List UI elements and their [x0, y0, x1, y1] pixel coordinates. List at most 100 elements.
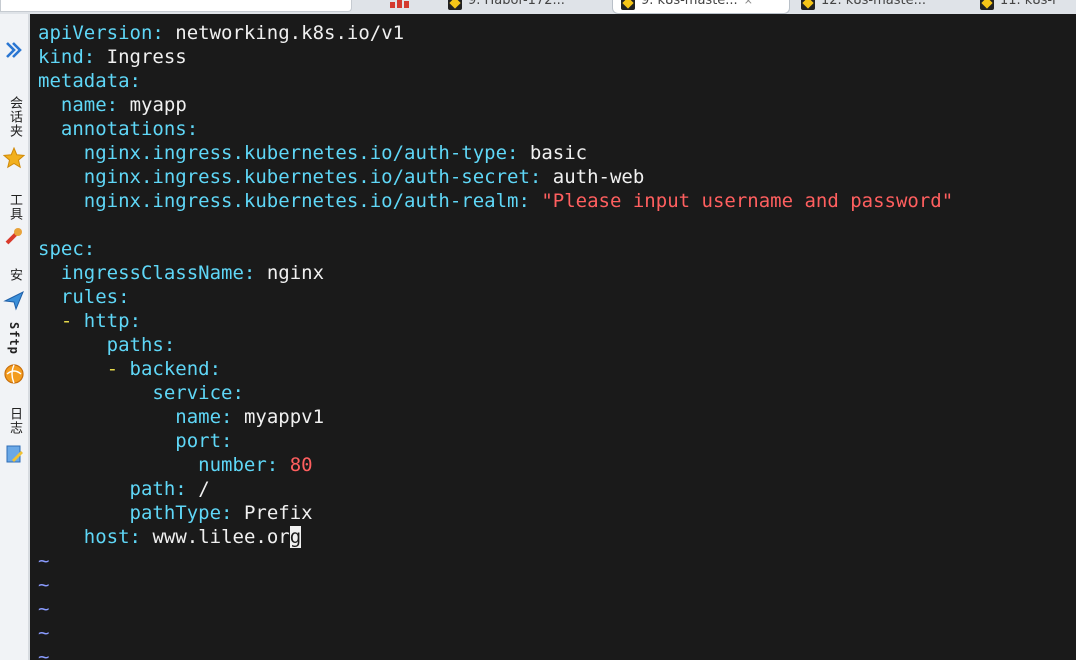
tab-session-1[interactable]: 9. Habor-172...: [440, 0, 610, 14]
expand-sidebar-button[interactable]: [0, 36, 28, 64]
yaml-key: backend: [129, 358, 210, 380]
sidebar-item-log[interactable]: 日志: [0, 402, 28, 440]
sidebar-item-sftp[interactable]: Sftp: [0, 314, 28, 362]
yaml-key: port: [175, 430, 222, 452]
yaml-key: name: [175, 406, 222, 428]
yaml-colon: :: [221, 502, 233, 524]
editor-line: spec:: [38, 237, 95, 261]
sidebar-item-label: 日志: [7, 407, 22, 435]
editor-line: apiVersion: networking.k8s.io/v1: [38, 21, 404, 45]
yaml-key: annotations: [60, 118, 187, 140]
yaml-value: auth-web: [552, 166, 645, 188]
yaml-key: spec: [38, 238, 84, 260]
sidebar-item-security[interactable]: 安: [0, 264, 28, 286]
sidebar-item-label: Sftp: [7, 321, 21, 355]
yaml-colon: :: [186, 118, 199, 140]
yaml-colon: :: [175, 478, 187, 500]
editor-line: kind: Ingress: [38, 45, 187, 69]
tab-label: 11. k8s-r: [1000, 0, 1058, 8]
tab-session-3[interactable]: 12. k8s-maste...: [793, 0, 968, 14]
yaml-value: myappv1: [243, 406, 325, 428]
yaml-colon: :: [152, 22, 164, 44]
yaml-key: nginx.ingress.kubernetes.io/auth-secret: [83, 166, 530, 188]
star-icon: [3, 147, 25, 169]
editor-line: pathType: Prefix: [38, 501, 313, 525]
editor-line: ingressClassName: nginx: [38, 261, 324, 285]
yaml-key: nginx.ingress.kubernetes.io/auth-type: [83, 142, 508, 164]
send-icon: [3, 290, 24, 311]
terminal-icon: [980, 0, 994, 10]
tab-session-4[interactable]: 11. k8s-r: [972, 0, 1076, 14]
empty-line-marker: ~: [38, 598, 50, 620]
globe-icon: [4, 364, 24, 384]
empty-line-marker: ~: [38, 646, 50, 660]
yaml-colon: :: [529, 166, 542, 188]
yaml-value: "Please input username and password": [541, 190, 954, 212]
tab-label: 12. k8s-maste...: [821, 0, 926, 8]
editor-line: metadata:: [38, 69, 141, 93]
yaml-value: /: [198, 478, 210, 500]
yaml-key: name: [60, 94, 107, 116]
editor-line: rules:: [38, 285, 130, 309]
yaml-key: pathType: [129, 502, 222, 524]
terminal-icon: [801, 0, 815, 10]
wrench-icon: [5, 228, 22, 245]
sidebar-item-sessions[interactable]: 会话夹: [0, 88, 28, 146]
yaml-key: rules: [60, 286, 119, 308]
chevron-double-right-icon: [6, 42, 22, 58]
yaml-colon: :: [221, 430, 233, 452]
yaml-value: networking.k8s.io/v1: [175, 22, 405, 44]
yaml-colon: :: [209, 358, 222, 380]
yaml-key: service: [152, 382, 233, 404]
yaml-colon: :: [83, 46, 96, 68]
close-icon[interactable]: ×: [744, 0, 753, 7]
editor-line: port:: [38, 429, 233, 453]
sidebar-item-label: 安: [7, 268, 22, 282]
editor-line: annotations:: [38, 117, 198, 141]
editor-line: path: /: [38, 477, 210, 501]
yaml-colon: :: [221, 406, 233, 428]
terminal-editor[interactable]: apiVersion: networking.k8s.io/v1 kind: In…: [32, 14, 1076, 660]
yaml-value: Prefix: [243, 502, 313, 524]
yaml-colon: :: [129, 526, 141, 548]
empty-line-marker: ~: [38, 550, 50, 572]
yaml-value: nginx: [266, 262, 325, 284]
favorites-button[interactable]: [0, 146, 28, 170]
sftp-button[interactable]: [0, 362, 28, 386]
yaml-key: http: [83, 310, 130, 332]
tab-label: 9. k8s-maste...: [641, 0, 738, 8]
empty-line-marker: ~: [38, 622, 50, 644]
yaml-value: basic: [529, 142, 588, 164]
yaml-key: kind: [38, 46, 84, 68]
empty-line-marker: ~: [38, 574, 50, 596]
editor-line: - http:: [38, 309, 141, 333]
sidebar-item-tools[interactable]: 工具: [0, 188, 28, 226]
log-button[interactable]: [0, 442, 28, 466]
terminal-icon: [621, 0, 635, 10]
app-icon: [390, 0, 410, 8]
yaml-colon: :: [243, 262, 256, 284]
yaml-key: number: [198, 454, 267, 476]
text-cursor: g: [289, 526, 302, 548]
editor-line: nginx.ingress.kubernetes.io/auth-type: b…: [38, 141, 587, 165]
address-bar[interactable]: [0, 0, 352, 12]
sidebar-item-label: 工具: [7, 193, 22, 221]
yaml-colon: :: [83, 238, 96, 260]
tools-button[interactable]: [0, 224, 28, 248]
yaml-colon: :: [518, 190, 530, 212]
yaml-key: host: [83, 526, 130, 548]
yaml-value: myapp: [129, 94, 187, 116]
send-button[interactable]: [0, 288, 28, 312]
yaml-key: path: [129, 478, 176, 500]
yaml-key: apiVersion: [38, 22, 153, 44]
yaml-key: ingressClassName: [60, 262, 244, 284]
yaml-key: paths: [106, 334, 164, 356]
yaml-value: Ingress: [106, 46, 187, 68]
yaml-colon: :: [129, 310, 142, 332]
yaml-colon: :: [163, 334, 176, 356]
tab-label: 9. Habor-172...: [468, 0, 565, 8]
yaml-key: metadata: [38, 70, 130, 92]
yaml-key: nginx.ingress.kubernetes.io/auth-realm: [83, 190, 519, 212]
tab-session-2[interactable]: 9. k8s-maste... ×: [612, 0, 790, 14]
editor-line: - backend:: [38, 357, 221, 381]
